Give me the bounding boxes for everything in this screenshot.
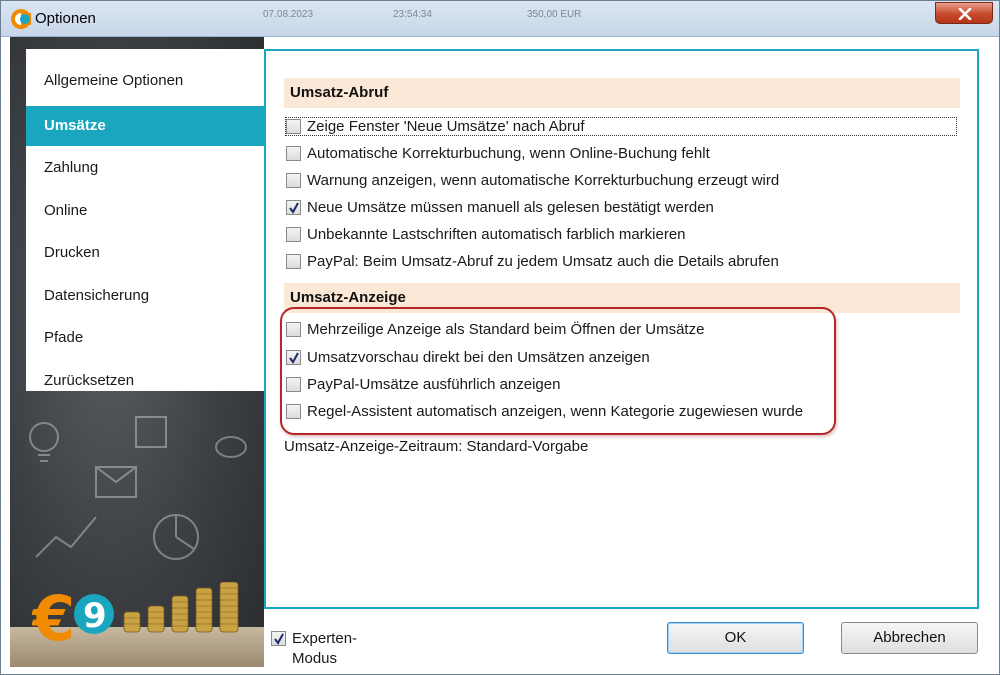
option-label: PayPal: Beim Umsatz-Abruf zu jedem Umsat… [307,253,779,270]
sidebar: Allgemeine Optionen Umsätze Zahlung Onli… [10,37,264,667]
nav-item-pfade[interactable]: Pfade [26,318,264,358]
option-label: Umsatzvorschau direkt bei den Umsätzen a… [307,349,650,366]
checkmark-icon [289,202,299,214]
option-label: Automatische Korrekturbuchung, wenn Onli… [307,145,710,162]
options-dialog: Optionen 07.08.2023 23:54:34 350,00 EUR [0,0,1000,675]
checkbox-checked[interactable] [271,631,286,646]
option-label: Regel-Assistent automatisch anzeigen, we… [307,403,804,420]
svg-text:€: € [32,582,75,652]
option-label: PayPal-Umsätze ausführlich anzeigen [307,376,561,393]
background-amount: 350,00 EUR [527,9,582,20]
checkbox[interactable] [286,254,301,269]
chalk-doodles-icon [29,416,248,560]
options-nav: Allgemeine Optionen Umsätze Zahlung Onli… [26,49,264,391]
expert-mode-label: Experten-Modus [292,630,358,667]
checkbox-checked[interactable] [286,350,301,365]
coin-stacks-icon [123,582,239,633]
checkbox[interactable] [286,377,301,392]
checkbox[interactable] [286,146,301,161]
background-time: 23:54:34 [393,9,432,20]
nav-item-zuruecksetzen[interactable]: Zurücksetzen [26,361,264,401]
content-panel: Umsatz-Abruf Zeige Fenster 'Neue Umsätze… [264,49,979,609]
window-title: Optionen [35,10,96,27]
nav-item-drucken[interactable]: Drucken [26,233,264,273]
ok-button[interactable]: OK [667,622,804,654]
background-date: 07.08.2023 [263,9,314,20]
option-label: Neue Umsätze müssen manuell als gelesen … [307,199,714,216]
section-umsatz-abruf: Umsatz-Abruf [284,78,960,108]
checkbox[interactable] [286,404,301,419]
svg-text:9: 9 [83,596,107,636]
option-label: Unbekannte Lastschriften automatisch far… [307,226,686,243]
close-icon [958,8,972,20]
checkmark-icon [274,633,284,645]
close-button[interactable] [935,2,993,24]
period-setting-label[interactable]: Umsatz-Anzeige-Zeitraum: Standard-Vorgab… [284,438,588,455]
nav-item-datensicherung[interactable]: Datensicherung [26,276,264,316]
checkbox[interactable] [286,322,301,337]
option-label: Mehrzeilige Anzeige als Standard beim Öf… [307,321,705,338]
title-bar: Optionen 07.08.2023 23:54:34 350,00 EUR [1,1,999,37]
checkbox-checked[interactable] [286,200,301,215]
option-label: Warnung anzeigen, wenn automatische Korr… [307,172,780,189]
checkbox[interactable] [286,173,301,188]
checkbox[interactable] [286,119,301,134]
euro9-logo-icon: € 9 [32,582,114,652]
nav-item-zahlung[interactable]: Zahlung [26,148,264,188]
option-label: Zeige Fenster 'Neue Umsätze' nach Abruf [307,118,585,135]
cancel-button[interactable]: Abbrechen [841,622,978,654]
nav-item-online[interactable]: Online [26,191,264,231]
checkmark-icon [289,352,299,364]
nav-item-allgemeine-optionen[interactable]: Allgemeine Optionen [26,61,264,101]
nav-item-umsaetze[interactable]: Umsätze [26,106,264,146]
checkbox[interactable] [286,227,301,242]
app-logo-icon [11,9,31,29]
